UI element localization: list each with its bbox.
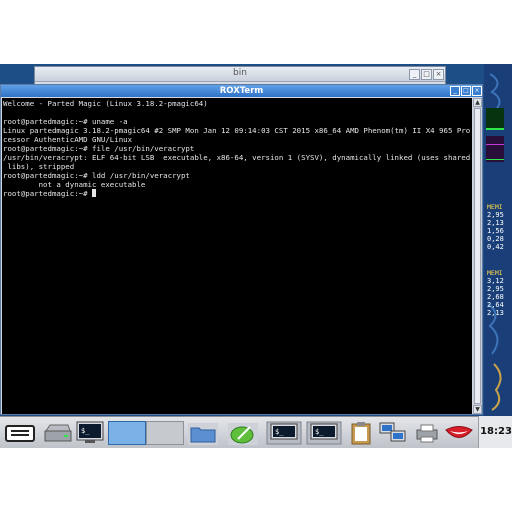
taskbar: $_ $_ $_ — [0, 416, 512, 448]
terminal-line: not a dynamic executable — [3, 180, 146, 189]
network-icon[interactable] — [378, 421, 408, 445]
clipboard-icon[interactable] — [348, 421, 374, 445]
load-value: 1,56 — [487, 227, 504, 235]
minimize-button[interactable]: _ — [409, 69, 420, 80]
load-value: 2,95 — [487, 211, 504, 219]
terminal-scrollbar[interactable]: ▲ ▼ — [473, 98, 482, 414]
terminal-title: ROXTerm — [219, 86, 264, 96]
terminal-window-icon[interactable]: $_ — [75, 421, 105, 445]
terminal-prompt: root@partedmagic:~# — [3, 189, 92, 198]
cpu-graph — [486, 108, 504, 130]
start-menu-icon[interactable] — [4, 421, 36, 445]
terminal-line: root@partedmagic:~# ldd /usr/bin/veracry… — [3, 171, 190, 180]
terminal-line: Welcome - Parted Magic (Linux 3.18.2-pma… — [3, 99, 208, 108]
clock[interactable]: 18:23 — [478, 416, 512, 448]
terminal-line: /usr/bin/veracrypt: ELF 64-bit LSB execu… — [3, 153, 471, 162]
background-window-title: bin — [233, 68, 247, 78]
mouth-icon[interactable] — [444, 421, 474, 445]
drive-icon[interactable] — [42, 421, 72, 445]
file-manager-icon[interactable] — [186, 421, 220, 445]
svg-text:$_: $_ — [81, 427, 90, 435]
printer-icon[interactable] — [414, 421, 440, 445]
maximize-button[interactable]: □ — [421, 69, 432, 80]
terminal-line: cessor AuthenticAMD GNU/Linux — [3, 135, 133, 144]
load-value: 2,13 — [487, 219, 504, 227]
maximize-button[interactable]: □ — [461, 86, 471, 96]
close-button[interactable]: × — [472, 86, 482, 96]
scrollbar-thumb[interactable] — [474, 108, 481, 404]
svg-text:$_: $_ — [275, 428, 284, 436]
terminal-task-icon[interactable]: $_ — [266, 421, 302, 445]
load-value: 0,28 — [487, 235, 504, 243]
terminal-titlebar[interactable]: ROXTerm _ □ × — [1, 85, 482, 97]
load-value: 2,64 — [487, 301, 504, 309]
terminal-line: root@partedmagic:~# file /usr/bin/veracr… — [3, 144, 195, 153]
desktop: bin _ □ × MEMI 2,95 2,13 1,56 0,28 0,42 … — [0, 64, 512, 448]
text-cursor — [92, 189, 96, 197]
close-button[interactable]: × — [433, 69, 444, 80]
background-window-titlebar[interactable]: bin _ □ × — [35, 67, 445, 82]
editor-icon[interactable] — [226, 421, 260, 445]
load-value: 3,12 — [487, 277, 504, 285]
load-label-2: MEMI — [487, 269, 503, 277]
load-value: 2,13 — [487, 309, 504, 317]
scroll-up-button[interactable]: ▲ — [473, 98, 482, 107]
desktop-pager-icon[interactable] — [108, 421, 146, 445]
terminal-text: Welcome - Parted Magic (Linux 3.18.2-pma… — [2, 98, 472, 198]
load-value: 2,68 — [487, 293, 504, 301]
svg-text:$_: $_ — [315, 428, 324, 436]
load-value: 0,42 — [487, 243, 504, 251]
memory-graph — [486, 136, 504, 162]
terminal-window[interactable]: ROXTerm _ □ × Welcome - Parted Magic (Li… — [0, 84, 483, 415]
terminal-task-icon[interactable]: $_ — [306, 421, 342, 445]
minimize-button[interactable]: _ — [450, 86, 460, 96]
terminal-output[interactable]: Welcome - Parted Magic (Linux 3.18.2-pma… — [2, 98, 472, 414]
load-label-1: MEMI — [487, 203, 503, 211]
load-value: 2,95 — [487, 285, 504, 293]
desktop-pager-icon[interactable] — [146, 421, 184, 445]
terminal-line: Linux partedmagic 3.18.2-pmagic64 #2 SMP… — [3, 126, 471, 135]
terminal-line: libs), stripped — [3, 162, 75, 171]
terminal-line: root@partedmagic:~# uname -a — [3, 117, 128, 126]
scroll-down-button[interactable]: ▼ — [473, 405, 482, 414]
